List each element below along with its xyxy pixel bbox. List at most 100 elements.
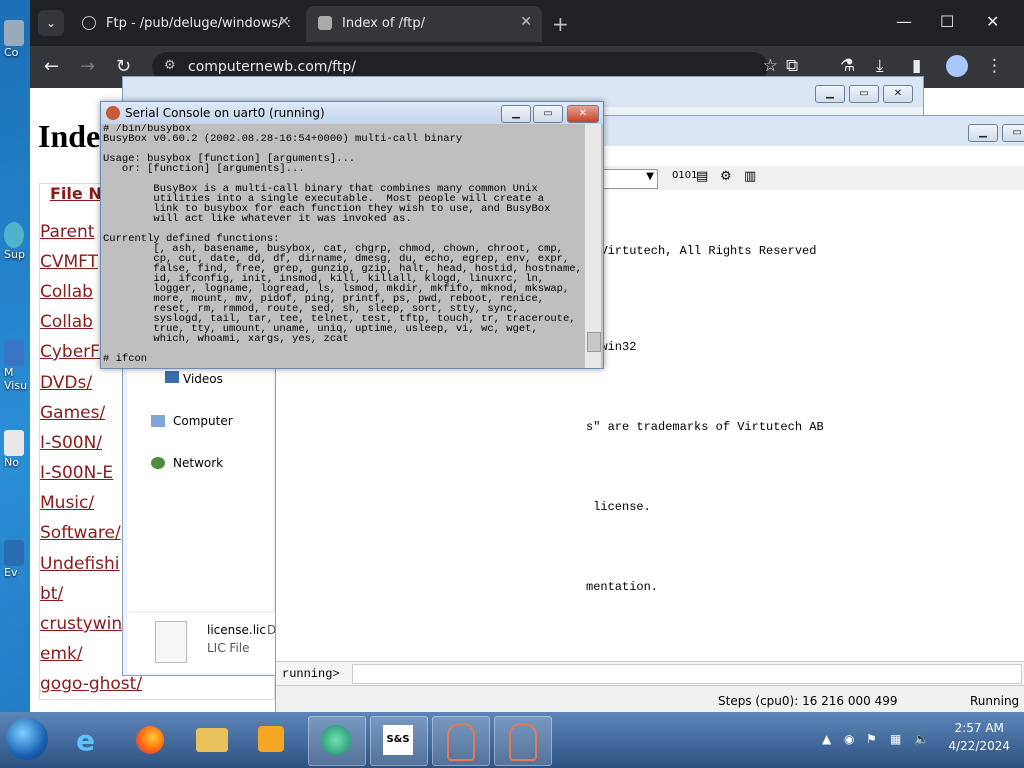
download-icon[interactable]: ⤓ [876,56,884,76]
desktop-icon-visual[interactable]: M Visu [4,340,30,392]
videos-folder-icon [165,371,179,383]
taskbar-app-green[interactable] [308,716,366,766]
listing-link[interactable]: Music/ [40,493,94,513]
tab-index-ftp[interactable]: Index of /ftp/ ✕ [306,6,542,42]
file-item[interactable]: license.lic LIC File D [127,613,277,673]
folder-icon [196,728,228,752]
console-scrollbar[interactable] [585,124,601,368]
profile-avatar[interactable] [946,55,968,77]
minimize-icon[interactable]: ▁ [968,124,998,142]
command-prompt: running> [282,667,340,681]
show-hidden-icons-icon[interactable]: ▲ [822,732,831,746]
action-center-flag-icon[interactable]: ⚑ [866,732,877,746]
maximize-icon[interactable]: ▭ [849,85,879,103]
taskbar-explorer[interactable] [184,716,240,764]
page-title: Inde [38,118,101,154]
back-icon[interactable]: ← [44,56,59,77]
console-output[interactable]: # /bin/busybox BusyBox v0.60.2 (2002.08.… [103,124,583,368]
listing-link[interactable]: Undefishi [40,554,120,574]
internet-explorer-icon: e [76,724,95,757]
simulation-state: Running [970,694,1020,708]
desktop-icon-support[interactable]: Sup [4,222,30,261]
new-tab-icon[interactable]: + [552,12,569,36]
tab-ftp-deluge[interactable]: Ftp - /pub/deluge/windows/ : ✕ [70,6,300,42]
listing-link[interactable]: Collab [40,312,93,332]
listing-link[interactable]: CVMFT [40,252,98,272]
memory-icon[interactable]: ▤ [696,169,708,184]
close-tab-icon[interactable]: ✕ [520,14,532,30]
desktop-icon-computer[interactable]: Co [4,20,30,59]
listing-link[interactable]: Games/ [40,403,105,423]
menu-kebab-icon[interactable]: ⋮ [986,56,1003,76]
maximize-icon[interactable]: ▭ [533,105,563,123]
taskbar-firefox[interactable] [122,716,178,764]
computer-icon [151,415,165,427]
maximize-icon[interactable]: ▭ [1002,124,1024,142]
console-app-icon [106,106,120,120]
listing-link[interactable]: CyberF [40,342,100,362]
close-icon[interactable]: ✕ [883,85,913,103]
start-button[interactable] [6,718,48,760]
taskbar-simics-console[interactable] [494,716,552,766]
firefox-icon [136,726,164,754]
green-app-icon [321,725,351,755]
update-icon[interactable]: ◉ [844,732,854,746]
maximize-icon[interactable]: ☐ [940,12,954,31]
site-info-icon[interactable]: ⚙ [164,58,176,73]
command-input[interactable] [352,664,1022,684]
event-viewer-icon [4,540,24,566]
chevron-down-icon: ▼ [646,171,654,182]
close-tab-icon[interactable]: ✕ [278,14,290,30]
taskbar: e S&S ▲ ◉ ⚑ ▦ 🔈 2:57 AM 4/22/2024 [0,712,1024,768]
binary-display-icon[interactable]: 0101 [672,170,697,181]
console-titlebar[interactable]: Serial Console on uart0 (running) ▁ ▭ ✕ [101,102,603,124]
listing-link[interactable]: I-S00N-E [40,463,113,483]
close-window-icon[interactable]: ✕ [986,12,999,31]
settings-icon[interactable]: ⚙ [720,169,732,184]
listing-link[interactable]: DVDs/ [40,373,92,393]
media-player-icon [258,726,284,752]
globe-icon [82,16,96,30]
listing-link[interactable]: gogo-ghost/ [40,674,142,694]
volume-icon[interactable]: 🔈 [914,732,929,746]
tab-search-button[interactable]: ⌄ [38,10,64,36]
steps-counter: Steps (cpu0): 16 216 000 499 [718,694,898,708]
system-clock[interactable]: 2:57 AM 4/22/2024 [948,721,1010,753]
minimize-icon[interactable]: — [896,12,912,31]
ssg-logo-icon: S&S [383,725,413,755]
listing-link[interactable]: bt/ [40,584,63,604]
side-panel-icon[interactable]: ▮ [912,56,921,76]
desktop-icon-event[interactable]: Ev [4,540,30,579]
close-icon[interactable]: ✕ [567,105,599,123]
forward-icon[interactable]: → [80,56,95,77]
listing-link[interactable]: emk/ [40,644,83,664]
minimize-icon[interactable]: ▁ [501,105,531,123]
simics-console-output: y Virtutech, All Rights Reserved 1 6-win… [586,244,824,594]
network-icon[interactable]: ▦ [890,732,901,746]
document-icon [155,621,187,663]
taskbar-ssg[interactable]: S&S [370,716,428,766]
taskbar-internet-explorer[interactable]: e [62,716,118,764]
extensions-icon[interactable]: ⧉ [786,56,798,76]
cpu-select-dropdown[interactable]: ▼ [598,169,658,189]
simics-command-row: running> [276,661,1024,686]
listing-link[interactable]: I-S00N/ [40,433,102,453]
notepad-icon [4,430,24,456]
desktop-icon-notepad[interactable]: No [4,430,30,469]
bookmark-star-icon[interactable]: ☆ [763,56,778,76]
serial-console-window: Serial Console on uart0 (running) ▁ ▭ ✕ … [100,101,604,369]
simics-icon [447,723,475,761]
taskbar-media-player[interactable] [244,716,300,764]
listing-link[interactable]: crustywin [40,614,122,634]
labs-flask-icon[interactable]: ⚗ [840,56,855,76]
listing-link[interactable]: Software/ [40,523,121,543]
listing-link[interactable]: Parent [40,222,94,242]
listing-link[interactable]: Collab [40,282,93,302]
site-favicon-icon [318,16,332,30]
reload-icon[interactable]: ↻ [116,56,131,77]
scroll-thumb[interactable] [587,332,601,352]
taskbar-simics[interactable] [432,716,490,766]
cpu-icon[interactable]: ▥ [744,169,756,184]
navigation-pane: Videos Computer Network [127,361,273,611]
minimize-icon[interactable]: ▁ [815,85,845,103]
